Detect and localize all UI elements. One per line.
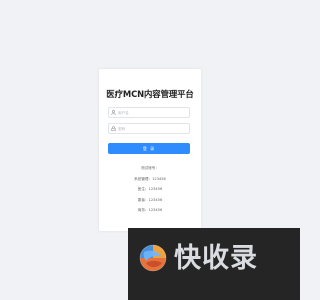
demo-account-business: 商务：123456 (137, 208, 163, 213)
demo-account-patient: 患者：123456 (137, 197, 163, 202)
username-field[interactable] (108, 107, 190, 118)
demo-accounts: 测试帐号： 系统管理：123456 医生：123456 患者：123456 商务… (99, 163, 201, 216)
demo-account-doctor: 医生：123456 (137, 187, 163, 192)
username-input[interactable] (118, 108, 184, 117)
login-page: 医疗MCN内容管理平台 登 录 测试帐号： 系统管理：123456 (0, 0, 300, 300)
demo-account-admin: 系统管理：123456 (134, 176, 166, 181)
login-card: 医疗MCN内容管理平台 登 录 测试帐号： 系统管理：123456 (99, 69, 201, 231)
demo-accounts-heading: 测试帐号： (141, 166, 159, 170)
lock-icon (111, 126, 116, 131)
watermark-text: 快收录 (174, 243, 258, 274)
password-field[interactable] (108, 123, 190, 134)
login-button[interactable]: 登 录 (108, 143, 190, 154)
colorful-globe-logo-icon (138, 243, 168, 273)
watermark-overlay: 快收录 (128, 228, 300, 300)
user-icon (111, 110, 116, 115)
password-input[interactable] (118, 124, 184, 133)
page-title: 医疗MCN内容管理平台 (106, 89, 194, 99)
